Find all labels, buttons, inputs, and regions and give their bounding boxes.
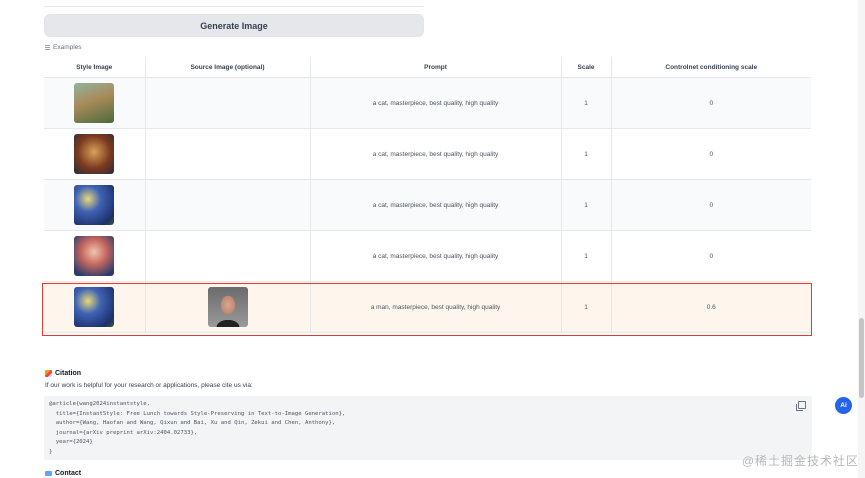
prompt-cell[interactable]: a cat, masterpiece, best quality, high q…	[310, 230, 562, 282]
source-image-cell[interactable]	[145, 128, 311, 180]
generate-image-button[interactable]: Generate Image	[44, 14, 424, 37]
contact-heading: Contact	[45, 470, 81, 477]
controlnet-scale-cell[interactable]: 0	[611, 179, 811, 231]
controlnet-scale-cell[interactable]: 0.6	[611, 281, 811, 333]
scale-cell[interactable]: 1	[561, 281, 612, 333]
example-row[interactable]: a cat, masterpiece, best quality, high q…	[44, 77, 811, 129]
scale-cell[interactable]: 1	[561, 128, 612, 180]
scale-cell[interactable]: 1	[561, 77, 612, 129]
copy-icon[interactable]	[796, 401, 806, 411]
column-header-prompt[interactable]: Prompt	[310, 57, 562, 78]
example-row[interactable]: a cat, masterpiece, best quality, high q…	[44, 230, 811, 282]
example-row[interactable]: a cat, masterpiece, best quality, high q…	[44, 179, 811, 231]
citation-description: If our work is helpful for your research…	[45, 382, 253, 389]
style-image-cell[interactable]	[44, 230, 146, 282]
style-image-thumbnail	[74, 134, 115, 174]
code-line: @article{wang2024instantstyle,	[49, 401, 151, 407]
source-image-cell[interactable]	[145, 77, 311, 129]
mail-icon	[45, 471, 52, 476]
source-image-cell[interactable]	[145, 281, 311, 333]
controlnet-scale-cell[interactable]: 0	[611, 230, 811, 282]
style-image-thumbnail	[74, 287, 115, 327]
scrollbar-thumb[interactable]	[859, 318, 864, 398]
prompt-cell[interactable]: a cat, masterpiece, best quality, high q…	[310, 128, 562, 180]
example-row[interactable]: a cat, masterpiece, best quality, high q…	[44, 128, 811, 180]
prompt-cell[interactable]: a man, masterpiece, best quality, high q…	[310, 281, 562, 333]
ai-assistant-button[interactable]: Ai	[835, 397, 852, 414]
code-line: }	[49, 448, 53, 455]
scale-cell[interactable]: 1	[561, 230, 612, 282]
examples-table: Style Image Source Image (optional) Prom…	[44, 57, 811, 333]
examples-label: Examples	[53, 44, 82, 51]
column-header-source-image[interactable]: Source Image (optional)	[145, 57, 311, 78]
controlnet-scale-cell[interactable]: 0	[611, 128, 811, 180]
prompt-cell[interactable]: a cat, masterpiece, best quality, high q…	[310, 77, 562, 129]
code-line: author={Wang, Haofan and Wang, Qixun and…	[49, 420, 336, 426]
example-row-selected[interactable]: a man, masterpiece, best quality, high q…	[44, 281, 811, 333]
list-icon	[45, 44, 50, 51]
column-header-style-image[interactable]: Style Image	[44, 57, 146, 78]
column-header-scale[interactable]: Scale	[561, 57, 612, 78]
scale-cell[interactable]: 1	[561, 179, 612, 231]
source-image-portrait	[207, 287, 248, 327]
citation-heading: Citation	[45, 370, 81, 377]
style-image-thumbnail	[74, 83, 115, 123]
style-image-thumbnail	[74, 236, 115, 276]
divider	[44, 6, 424, 7]
citation-code-block: @article{wang2024instantstyle, title={In…	[44, 396, 812, 460]
code-line: journal={arXiv preprint arXiv:2404.02733…	[49, 429, 198, 436]
page-scrollbar[interactable]	[858, 0, 865, 478]
controlnet-scale-cell[interactable]: 0	[611, 77, 811, 129]
style-image-cell[interactable]	[44, 128, 146, 180]
source-image-cell[interactable]	[145, 230, 311, 282]
style-image-thumbnail	[74, 185, 115, 225]
style-image-cell[interactable]	[44, 179, 146, 231]
style-image-cell[interactable]	[44, 77, 146, 129]
pencil-icon	[45, 370, 52, 377]
watermark: @稀土掘金技术社区	[741, 454, 859, 468]
code-line: title={InstantStyle: Free Lunch towards …	[49, 410, 346, 417]
citation-title: Citation	[55, 370, 82, 377]
column-header-controlnet-scale[interactable]: Controlnet conditioning scale	[611, 57, 811, 78]
prompt-cell[interactable]: a cat, masterpiece, best quality, high q…	[310, 179, 562, 231]
code-line: year={2024}	[49, 439, 93, 445]
source-image-cell[interactable]	[145, 179, 311, 231]
examples-header: Examples	[45, 44, 82, 51]
table-header-row: Style Image Source Image (optional) Prom…	[44, 57, 811, 78]
contact-title: Contact	[55, 470, 82, 477]
style-image-cell[interactable]	[44, 281, 146, 333]
